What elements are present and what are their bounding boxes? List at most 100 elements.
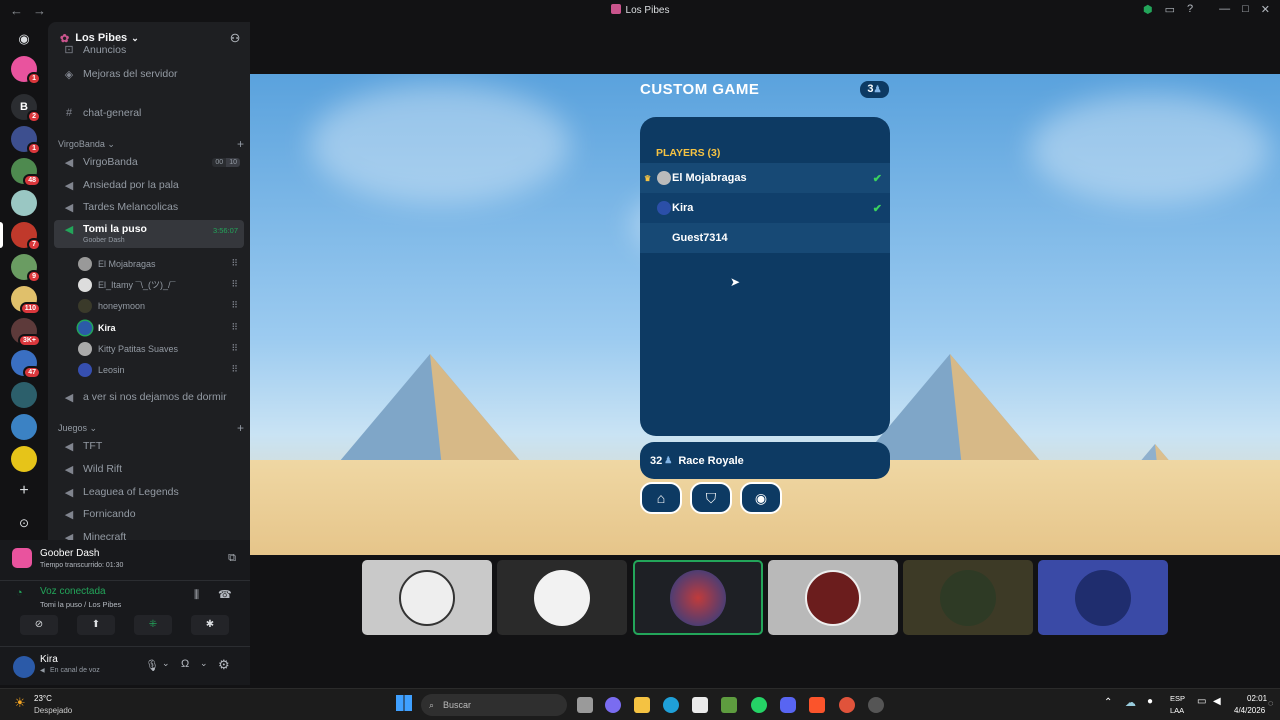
category-virgobanda[interactable]: VirgoBanda ⌄ +	[58, 137, 244, 151]
home-button[interactable]: ⌂	[640, 482, 682, 514]
server-icon[interactable]: 7	[11, 222, 41, 251]
avatar[interactable]	[13, 656, 35, 678]
voice-user[interactable]: honeymoon ⠿	[78, 295, 244, 316]
clock-time[interactable]: 02:01	[1247, 694, 1267, 703]
channel-chat-general[interactable]: # chat-general	[54, 102, 244, 124]
server-icon[interactable]: 48	[11, 158, 41, 187]
nitro-icon[interactable]: ⬢	[1143, 3, 1153, 16]
task-view-icon[interactable]	[577, 697, 593, 713]
volume-icon[interactable]: ◀	[1213, 696, 1221, 707]
voice-channel-tardes[interactable]: ◀ Tardes Melancolicas	[54, 196, 244, 218]
server-icon[interactable]: 9	[11, 254, 41, 283]
store-icon[interactable]	[692, 697, 708, 713]
participant-tile[interactable]	[362, 560, 492, 635]
mic-tray-icon[interactable]: ●	[1147, 696, 1153, 707]
minecraft-icon[interactable]	[721, 697, 737, 713]
maximize-button[interactable]: □	[1242, 3, 1249, 16]
add-server-icon[interactable]: +	[11, 478, 37, 504]
invite-icon[interactable]: ⚇	[230, 32, 240, 45]
microphone-app-icon[interactable]	[839, 697, 855, 713]
voice-channel-ansiedad[interactable]: ◀ Ansiedad por la pala	[54, 174, 244, 196]
voice-channel-fornicando[interactable]: ◀ Fornicando	[54, 503, 244, 525]
discord-icon[interactable]	[780, 697, 796, 713]
chevron-down-icon[interactable]: ⌄	[200, 658, 208, 669]
close-button[interactable]: ✕	[1261, 3, 1270, 16]
cloud-icon[interactable]: ☁	[1125, 696, 1136, 709]
activities-button[interactable]: ⁜	[134, 615, 172, 635]
discord-home-icon[interactable]: ◉	[11, 26, 37, 52]
add-channel-icon[interactable]: +	[237, 137, 244, 151]
player-row[interactable]: ♛ El Mojabragas ✔	[640, 163, 890, 193]
settings-icon[interactable]: ⚙	[218, 657, 230, 673]
search-box[interactable]: ⌕ Buscar	[421, 694, 567, 716]
server-icon[interactable]	[11, 446, 37, 472]
voice-channel-lol[interactable]: ◀ Leaguea of Legends	[54, 481, 244, 503]
brave-icon[interactable]	[809, 697, 825, 713]
discover-icon[interactable]: ⊙	[11, 510, 37, 536]
voice-channel-tomi[interactable]: ◀ Tomi la puso Goober Dash 3:56:07	[54, 220, 244, 248]
server-icon[interactable]: 1	[11, 126, 41, 155]
edge-icon[interactable]	[663, 697, 679, 713]
eye-button[interactable]: ◉	[740, 482, 782, 514]
voice-user[interactable]: El Mojabragas ⠿	[78, 253, 244, 274]
inbox-icon[interactable]: ▭	[1165, 3, 1175, 16]
minimize-button[interactable]: —	[1219, 3, 1230, 16]
participant-tile[interactable]	[497, 560, 627, 635]
participant-tile[interactable]	[768, 560, 898, 635]
help-icon[interactable]: ?	[1187, 3, 1193, 16]
user-name[interactable]: Kira	[40, 654, 58, 665]
voice-channel-tft[interactable]: ◀ TFT	[54, 435, 244, 457]
server-icon[interactable]: 47	[11, 350, 41, 379]
chevron-down-icon[interactable]: ⌄	[162, 658, 170, 669]
language-code[interactable]: ESP	[1170, 694, 1185, 703]
category-juegos[interactable]: Juegos ⌄ +	[58, 421, 244, 435]
voice-location[interactable]: Tomi la puso / Los Pibes	[40, 600, 121, 609]
disconnect-icon[interactable]: ☎	[218, 588, 232, 601]
voice-channel-virgobanda[interactable]: ◀ VirgoBanda 00 10	[54, 151, 244, 173]
clock-date[interactable]: 4/4/2026	[1234, 706, 1265, 715]
participant-tile[interactable]	[903, 560, 1033, 635]
language-variant[interactable]: LAA	[1170, 706, 1184, 715]
server-icon[interactable]: 3K+	[11, 318, 41, 347]
server-icon[interactable]: B2	[11, 94, 41, 123]
channel-partial[interactable]: ⊡ Anuncios	[54, 44, 244, 56]
chevron-up-icon[interactable]: ⌃	[1104, 697, 1112, 708]
weather-desc[interactable]: Despejado	[34, 706, 72, 715]
voice-status-label[interactable]: Voz conectada	[40, 586, 106, 597]
mic-icon[interactable]: 🎙︎	[145, 659, 159, 672]
server-icon[interactable]	[11, 190, 37, 216]
app-icon[interactable]	[868, 697, 884, 713]
server-icon[interactable]	[11, 382, 37, 408]
activity-card[interactable]: Goober Dash Tiempo transcurrido: 01:30 ⧉	[6, 544, 244, 574]
file-explorer-icon[interactable]	[634, 697, 650, 713]
hanger-button[interactable]: ⛉	[690, 482, 732, 514]
channel-server-boost[interactable]: ◈ Mejoras del servidor	[54, 63, 244, 85]
soundboard-button[interactable]: ✱	[191, 615, 229, 635]
notification-icon[interactable]: ◌	[1268, 698, 1273, 708]
screen-share-button[interactable]: ⬆	[77, 615, 115, 635]
voice-user[interactable]: Kira ⠿	[78, 317, 244, 338]
player-row[interactable]: Kira ✔	[640, 193, 890, 223]
voice-user[interactable]: Kitty Patitas Suaves ⠿	[78, 338, 244, 359]
player-row[interactable]: Guest7314	[640, 223, 890, 253]
weather-icon[interactable]: ☀	[14, 695, 26, 711]
voice-channel-wildrift[interactable]: ◀ Wild Rift	[54, 458, 244, 480]
headphones-icon[interactable]: Ω	[181, 658, 189, 670]
windows-start-icon[interactable]	[396, 695, 412, 711]
whatsapp-icon[interactable]	[751, 697, 767, 713]
copilot-icon[interactable]	[605, 697, 621, 713]
participant-tile[interactable]	[1038, 560, 1168, 635]
server-icon[interactable]: 1	[11, 56, 41, 85]
voice-channel-aver[interactable]: ◀ a ver si nos dejamos de dormir	[54, 386, 244, 408]
noise-suppression-icon[interactable]: ⫼	[194, 589, 199, 602]
camera-off-button[interactable]: ⊘	[20, 615, 58, 635]
voice-user[interactable]: El_Itamy ¯\_(ツ)_/¯ ⠿	[78, 274, 244, 295]
network-icon[interactable]: ▭	[1197, 696, 1206, 707]
add-channel-icon[interactable]: +	[237, 421, 244, 435]
overlay-icon[interactable]: ⧉	[228, 552, 236, 565]
server-icon[interactable]: 110	[11, 286, 41, 315]
voice-user[interactable]: Leosin ⠿	[78, 359, 244, 380]
weather-temp[interactable]: 23°C	[34, 694, 52, 703]
game-mode-bar[interactable]: 32 ♟ Race Royale	[640, 442, 890, 479]
participant-tile[interactable]	[633, 560, 763, 635]
